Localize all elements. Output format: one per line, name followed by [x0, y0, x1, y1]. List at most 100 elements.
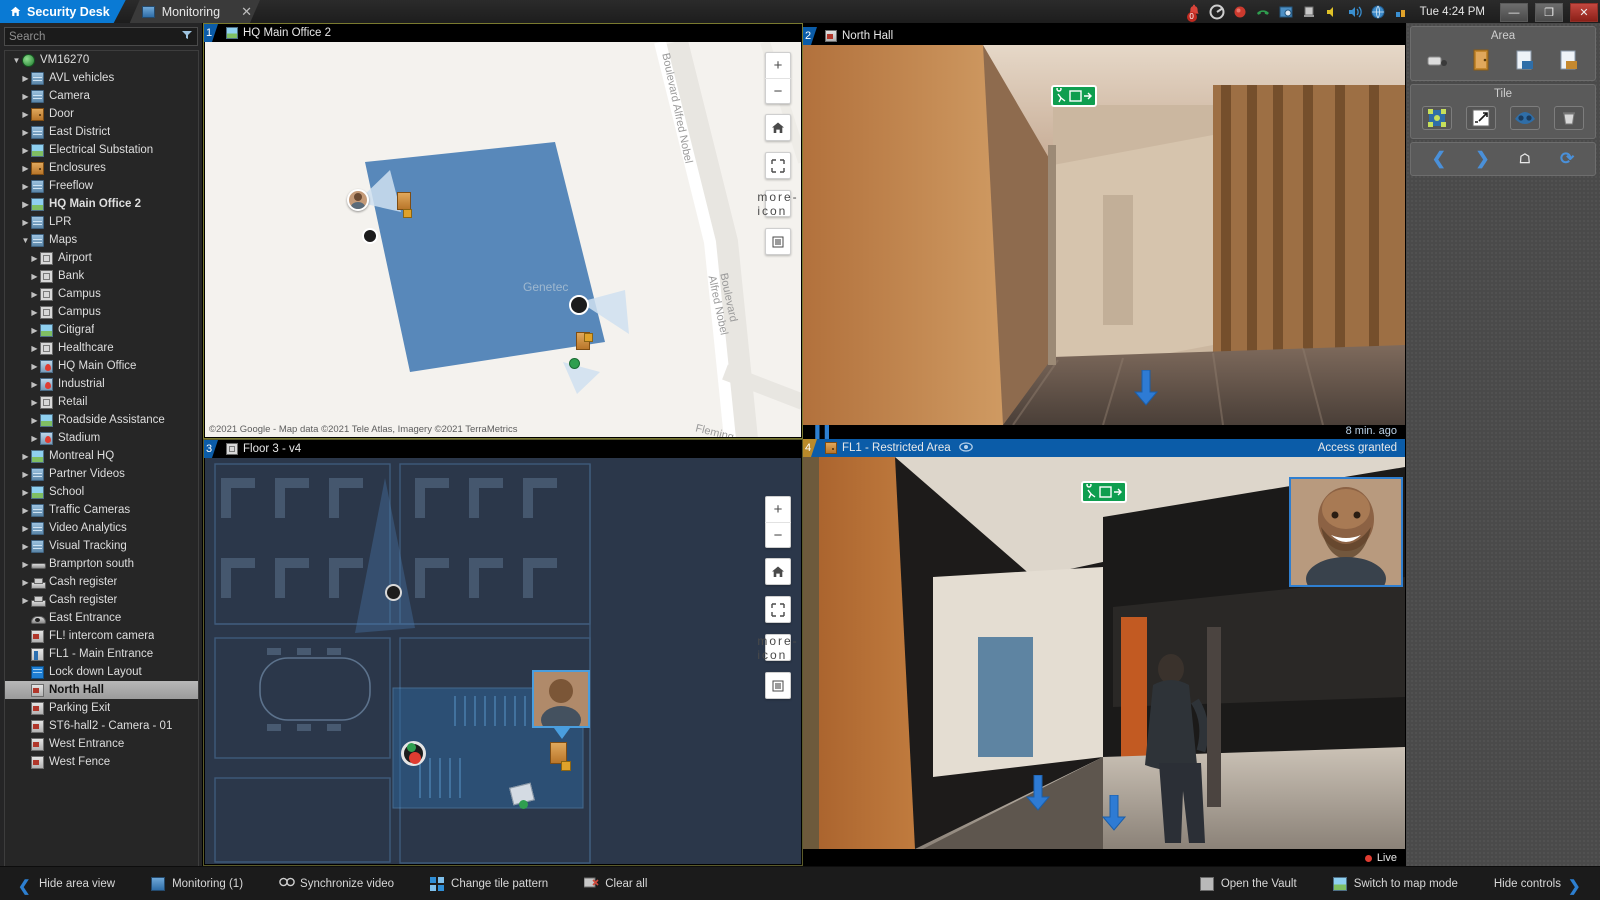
area-report-in-icon[interactable] [1510, 48, 1540, 72]
genetec-logo-icon[interactable] [1209, 4, 1225, 20]
tile-4-header[interactable]: 4 FL1 - Restricted Area Access granted [803, 439, 1405, 457]
floorplan-more-button[interactable]: more-icon [757, 634, 796, 662]
tree-item-traffic-cameras[interactable]: ▶ Traffic Cameras [5, 501, 198, 519]
tile-3-header[interactable]: 3 Floor 3 - v4 [204, 440, 802, 458]
floorplan-view[interactable]: + − more-icon [205, 458, 801, 864]
chevron-right-icon[interactable]: ▶ [29, 434, 40, 443]
chevron-right-icon[interactable]: ▶ [20, 596, 31, 605]
tree-item-west-entrance[interactable]: West Entrance [5, 735, 198, 753]
tree-item-east-entrance[interactable]: East Entrance [5, 609, 198, 627]
clear-tile-icon[interactable] [1554, 106, 1584, 130]
tree-item-healthcare[interactable]: ▶ Healthcare [5, 339, 198, 357]
alarm-bell-icon[interactable]: 0 [1186, 4, 1202, 22]
restore-button[interactable]: ❐ [1535, 3, 1563, 22]
floorplan-zoom-controls[interactable]: + − [765, 496, 791, 548]
zoom-in-button[interactable]: + [765, 497, 791, 522]
change-tile-pattern-button[interactable]: Change tile pattern [412, 876, 566, 891]
map-home-button[interactable] [765, 114, 791, 141]
forward-icon[interactable]: ❯ [1475, 149, 1489, 169]
chevron-right-icon[interactable]: ▶ [20, 560, 31, 569]
tree-item-roadside-assistance[interactable]: ▶ Roadside Assistance [5, 411, 198, 429]
home-icon[interactable] [765, 115, 791, 140]
layers-icon[interactable] [765, 673, 791, 698]
tile-1-header[interactable]: 1 HQ Main Office 2 [204, 24, 802, 42]
chevron-right-icon[interactable]: ▶ [20, 452, 31, 461]
tree-item-maps[interactable]: ▼ Maps [5, 231, 198, 249]
floorplan-avatar-callout[interactable] [532, 670, 590, 728]
map-fit-button[interactable] [765, 152, 791, 179]
tree-item-campus[interactable]: ▶ Campus [5, 285, 198, 303]
close-button[interactable]: ✕ [1570, 3, 1598, 22]
chevron-down-icon[interactable]: ▼ [11, 56, 22, 65]
tree-item-freeflow[interactable]: ▶ Freeflow [5, 177, 198, 195]
tree-item-east-district[interactable]: ▶ East District [5, 123, 198, 141]
switch-to-map-mode-button[interactable]: Switch to map mode [1315, 876, 1476, 891]
app-tab-security-desk[interactable]: Security Desk [0, 0, 126, 23]
close-icon[interactable]: ✕ [241, 4, 252, 20]
tile-1-map[interactable]: Boulevard Alfred Nobel Boulevard Alfred … [203, 23, 803, 439]
tree-item-st6-hall2-camera-01[interactable]: ST6-hall2 - Camera - 01 [5, 717, 198, 735]
chevron-right-icon[interactable]: ▶ [20, 470, 31, 479]
map-layers-button[interactable] [765, 228, 791, 255]
phone-icon[interactable] [1255, 4, 1271, 20]
home-icon[interactable] [765, 559, 791, 584]
tree-item-north-hall[interactable]: North Hall [5, 681, 198, 699]
entity-tree[interactable]: ▼ VM16270 ▶ AVL vehicles ▶ Camera ▶ Door ▶ East D… [4, 50, 199, 880]
tree-item-hq-main-office-2[interactable]: ▶ HQ Main Office 2 [5, 195, 198, 213]
tree-item-citigraf[interactable]: ▶ Citigraf [5, 321, 198, 339]
tree-item-bank[interactable]: ▶ Bank [5, 267, 198, 285]
doc-tab-monitoring[interactable]: Monitoring ✕ [130, 0, 260, 23]
maximize-icon[interactable] [1466, 106, 1496, 130]
fit-icon[interactable] [765, 597, 791, 622]
chevron-right-icon[interactable]: ▶ [20, 74, 31, 83]
tree-item-cash-register[interactable]: ▶ Cash register [5, 573, 198, 591]
tree-item-door[interactable]: ▶ Door [5, 105, 198, 123]
chevron-right-icon[interactable]: ▶ [29, 344, 40, 353]
tree-item-video-analytics[interactable]: ▶ Video Analytics [5, 519, 198, 537]
layers-icon[interactable] [765, 229, 791, 254]
video-stream-north-hall[interactable] [803, 45, 1405, 425]
tree-item-fl1-main-entrance[interactable]: FL1 - Main Entrance [5, 645, 198, 663]
tree-item-stadium[interactable]: ▶ Stadium [5, 429, 198, 447]
tree-item-campus[interactable]: ▶ Campus [5, 303, 198, 321]
volume-icon[interactable] [1347, 4, 1363, 20]
tree-item-school[interactable]: ▶ School [5, 483, 198, 501]
tree-item-partner-videos[interactable]: ▶ Partner Videos [5, 465, 198, 483]
search-bar[interactable] [4, 27, 198, 46]
clear-all-button[interactable]: Clear all [566, 877, 665, 891]
chevron-right-icon[interactable]: ▶ [29, 272, 40, 281]
tree-item-enclosures[interactable]: ▶ Enclosures [5, 159, 198, 177]
tree-item-electrical-substation[interactable]: ▶ Electrical Substation [5, 141, 198, 159]
more-icon[interactable]: more-icon [757, 190, 796, 218]
tree-item-west-fence[interactable]: West Fence [5, 753, 198, 771]
minimize-button[interactable]: — [1500, 3, 1528, 22]
chevron-right-icon[interactable]: ▶ [29, 254, 40, 263]
tile-2-video[interactable]: 2 North Hall 8 min. ago ▐▐ [803, 23, 1405, 439]
face-recognition-pip[interactable] [1289, 477, 1403, 587]
network-globe-icon[interactable] [1370, 4, 1386, 20]
map-marker-door-1[interactable] [397, 192, 411, 210]
chevron-right-icon[interactable]: ▶ [20, 488, 31, 497]
chevron-right-icon[interactable]: ▶ [20, 182, 31, 191]
map-marker-camera-2[interactable] [569, 295, 589, 315]
zoom-in-button[interactable]: + [765, 53, 791, 78]
hide-controls-button[interactable]: Hide controls ❯ [1476, 877, 1600, 895]
tile-2-header[interactable]: 2 North Hall [803, 27, 1405, 45]
chevron-right-icon[interactable]: ▶ [20, 110, 31, 119]
hide-area-view-button[interactable]: ❮ Hide area view [0, 877, 133, 895]
tree-item-camera[interactable]: ▶ Camera [5, 87, 198, 105]
tree-item-cash-register[interactable]: ▶ Cash register [5, 591, 198, 609]
tree-item-vm16270[interactable]: ▼ VM16270 [5, 51, 198, 69]
filter-icon[interactable] [181, 29, 193, 44]
task-icon[interactable] [1278, 4, 1294, 20]
chevron-right-icon[interactable]: ▶ [29, 326, 40, 335]
tree-item-visual-tracking[interactable]: ▶ Visual Tracking [5, 537, 198, 555]
video-stream-restricted-area[interactable] [803, 457, 1405, 849]
tree-item-hq-main-office[interactable]: ▶ HQ Main Office [5, 357, 198, 375]
tree-item-parking-exit[interactable]: Parking Exit [5, 699, 198, 717]
chevron-right-icon[interactable]: ▶ [29, 308, 40, 317]
monitoring-button[interactable]: Monitoring (1) [133, 876, 261, 891]
tile-4-video[interactable]: 4 FL1 - Restricted Area Access granted L… [803, 439, 1405, 866]
floorplan-home-button[interactable] [765, 558, 791, 585]
tree-item-avl-vehicles[interactable]: ▶ AVL vehicles [5, 69, 198, 87]
